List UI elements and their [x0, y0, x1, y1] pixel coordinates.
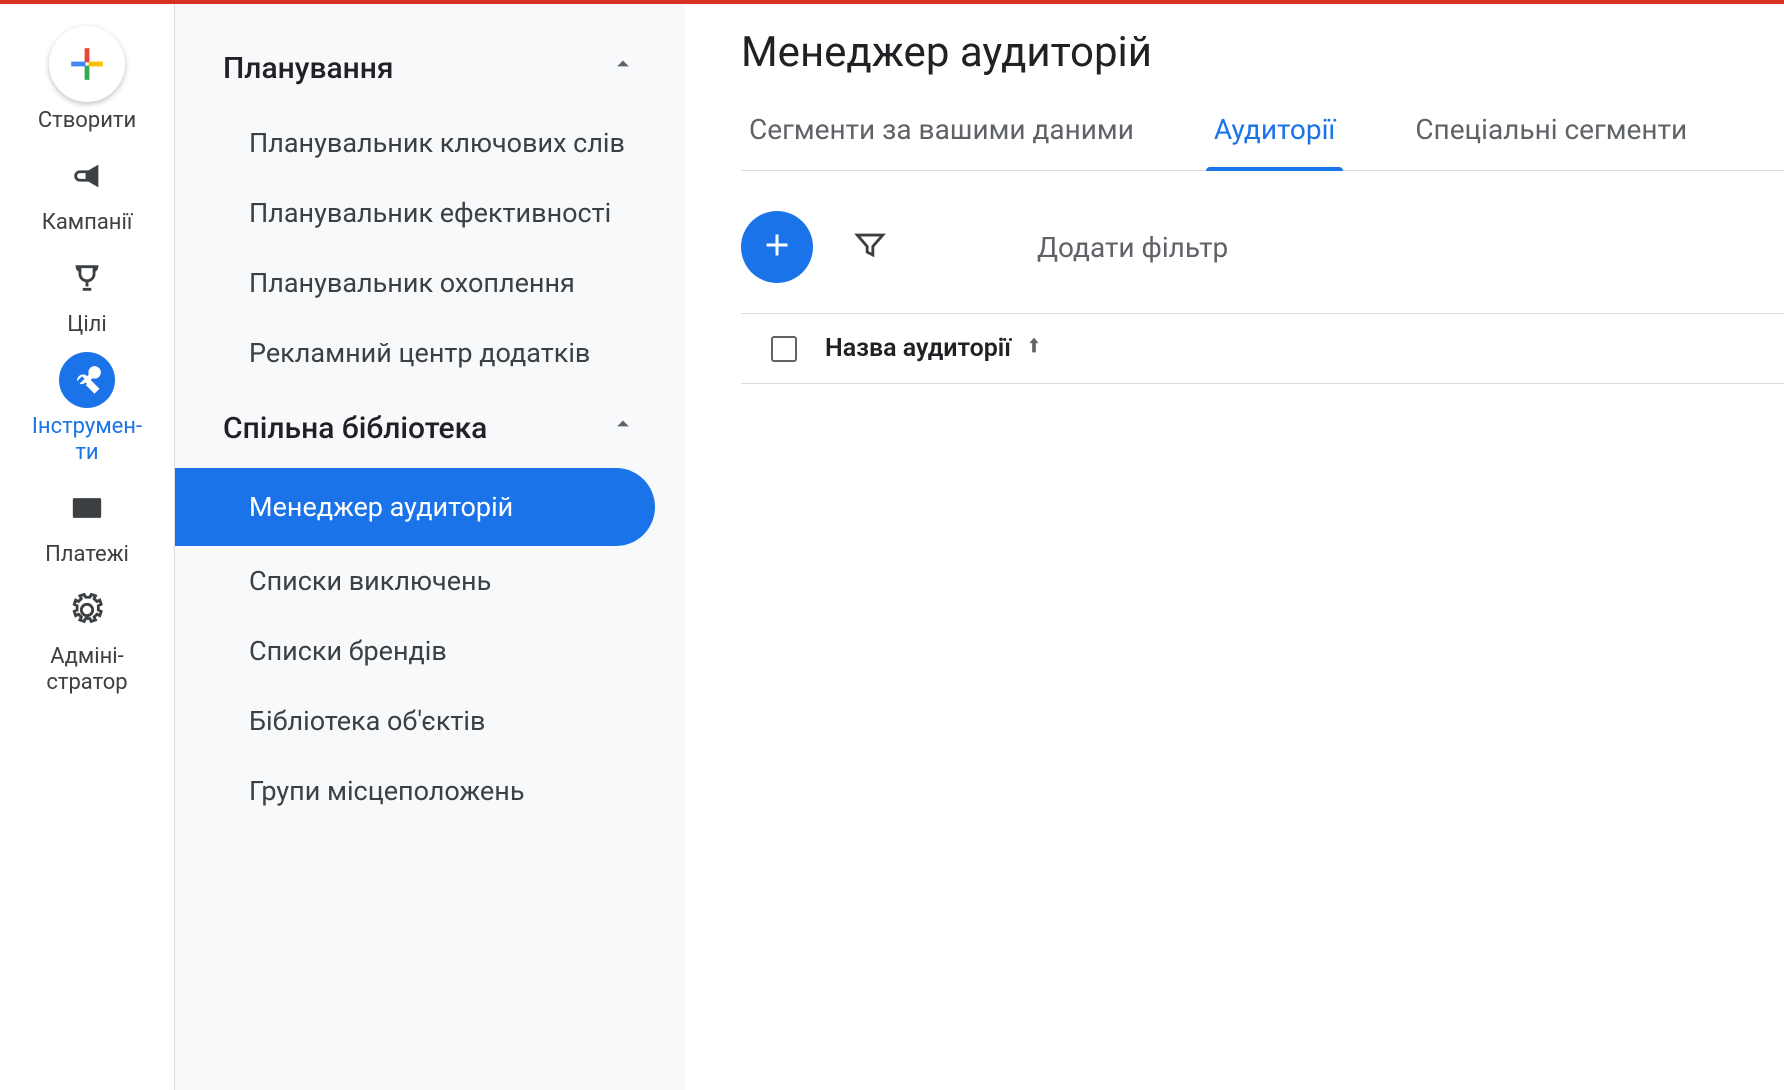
rail-payments-button[interactable]: Платежі [17, 480, 157, 574]
chevron-up-icon [609, 50, 637, 86]
tools-sidebar: Планування Планувальник ключових слів Пл… [175, 4, 685, 1090]
tab-custom-segments[interactable]: Спеціальні сегменти [1407, 113, 1695, 170]
plus-multicolor-icon [49, 26, 125, 102]
rail-payments-label: Платежі [45, 542, 129, 568]
main-content: Менеджер аудиторій Сегменти за вашими да… [685, 4, 1784, 1090]
sidebar-item-audience-manager[interactable]: Менеджер аудиторій [175, 468, 655, 546]
column-audience-name[interactable]: Назва аудиторії [825, 334, 1045, 363]
funnel-icon [853, 247, 887, 266]
column-audience-name-label: Назва аудиторії [825, 334, 1011, 363]
add-filter-input[interactable]: Додати фільтр [927, 231, 1228, 264]
add-audience-button[interactable] [741, 211, 813, 283]
gear-icon [59, 582, 115, 638]
sidebar-group-shared-library-label: Спільна бібліотека [223, 411, 487, 446]
sidebar-item-app-ad-hub[interactable]: Рекламний центр додатків [175, 318, 685, 388]
rail-goals-label: Цілі [67, 312, 107, 338]
sidebar-item-location-groups[interactable]: Групи місцеположень [175, 756, 685, 826]
sidebar-item-brand-lists[interactable]: Списки брендів [175, 616, 685, 686]
sidebar-item-asset-library[interactable]: Бібліотека об'єктів [175, 686, 685, 756]
toolbar: Додати фільтр [741, 203, 1784, 314]
rail-create-label: Створити [38, 108, 136, 134]
app-root: Створити Кампанії Цілі Інструмен- ти Пла [0, 0, 1784, 1090]
rail-tools-button[interactable]: Інструмен- ти [17, 352, 157, 472]
tab-bar: Сегменти за вашими даними Аудиторії Спец… [741, 113, 1784, 171]
tab-your-data-segments[interactable]: Сегменти за вашими даними [741, 113, 1142, 170]
left-rail: Створити Кампанії Цілі Інструмен- ти Пла [0, 4, 175, 1090]
trophy-icon [59, 250, 115, 306]
rail-campaigns-label: Кампанії [42, 210, 133, 236]
sidebar-group-shared-library[interactable]: Спільна бібліотека [175, 388, 685, 468]
sidebar-item-exclusion-lists[interactable]: Списки виключень [175, 546, 685, 616]
rail-campaigns-button[interactable]: Кампанії [17, 148, 157, 242]
filter-button[interactable] [853, 228, 887, 266]
chevron-up-icon [609, 410, 637, 446]
select-all-checkbox[interactable] [771, 336, 797, 362]
megaphone-icon [59, 148, 115, 204]
credit-card-icon [59, 480, 115, 536]
rail-tools-label: Інструмен- ти [32, 414, 142, 466]
tab-audiences[interactable]: Аудиторії [1206, 113, 1343, 170]
table-header-row: Назва аудиторії [741, 314, 1784, 384]
tools-icon [59, 352, 115, 408]
rail-admin-label: Адміні- стратор [46, 644, 127, 696]
sidebar-group-planning[interactable]: Планування [175, 28, 685, 108]
sidebar-group-planning-label: Планування [223, 51, 394, 86]
rail-create-button[interactable]: Створити [17, 26, 157, 140]
rail-goals-button[interactable]: Цілі [17, 250, 157, 344]
rail-admin-button[interactable]: Адміні- стратор [17, 582, 157, 702]
sort-ascending-icon [1023, 334, 1045, 363]
page-title: Менеджер аудиторій [741, 28, 1784, 77]
plus-icon [759, 227, 795, 267]
sidebar-item-keyword-planner[interactable]: Планувальник ключових слів [175, 108, 685, 178]
sidebar-item-reach-planner[interactable]: Планувальник охоплення [175, 248, 685, 318]
sidebar-item-performance-planner[interactable]: Планувальник ефективності [175, 178, 685, 248]
